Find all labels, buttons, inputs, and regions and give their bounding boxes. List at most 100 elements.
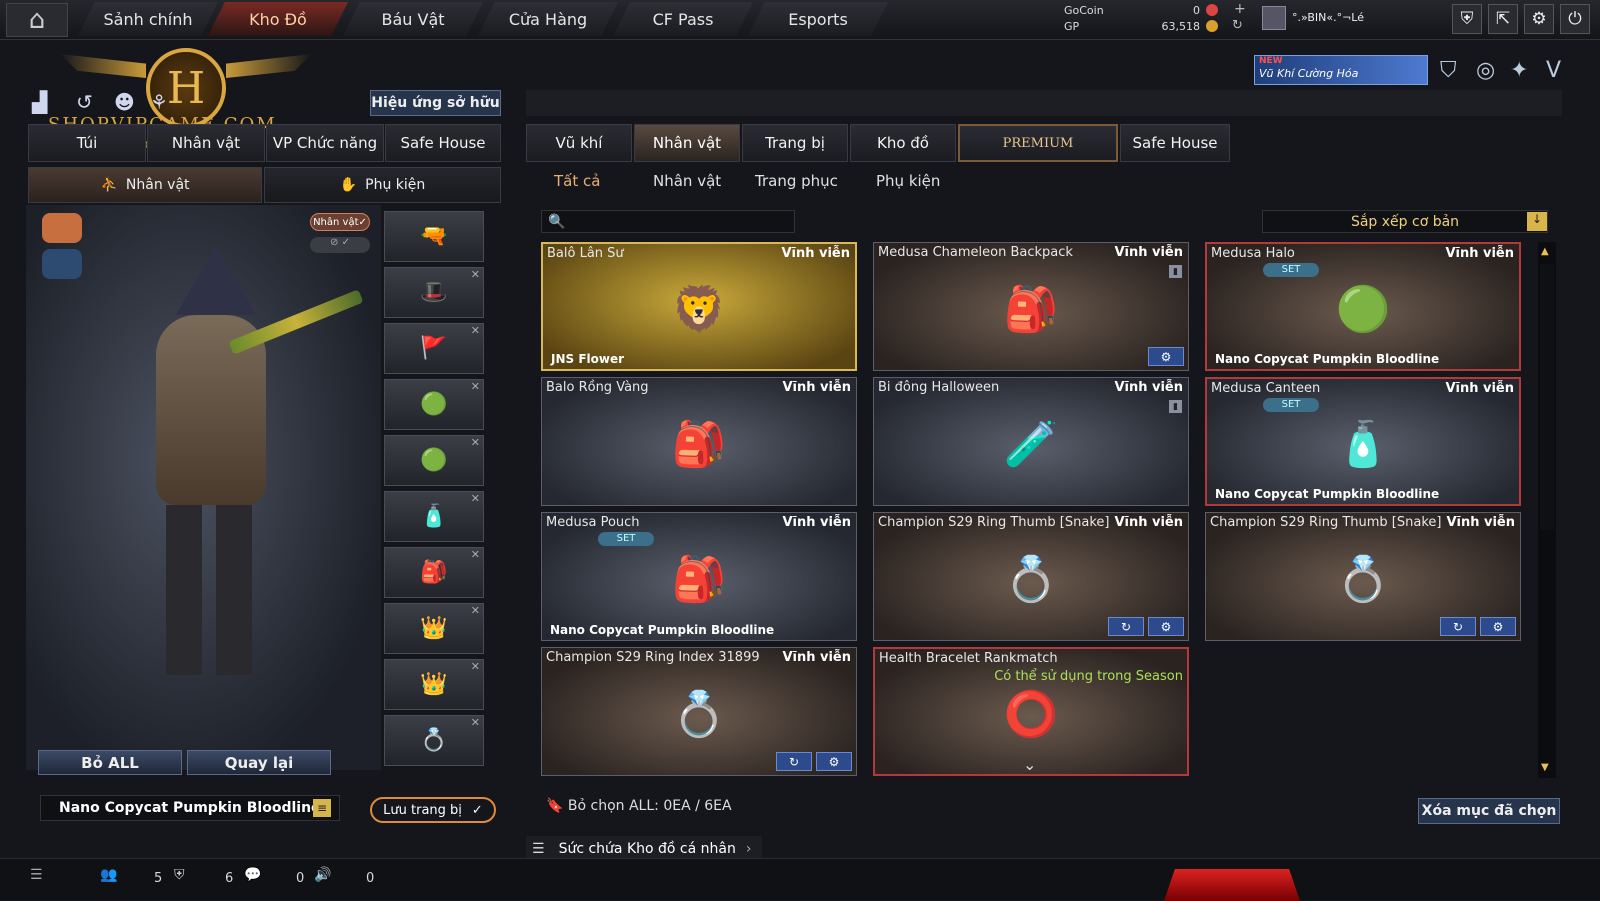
subtab-accessory[interactable]: ✋ Phụ kiện — [264, 167, 501, 203]
close-icon[interactable]: ✕ — [471, 380, 480, 393]
event-icon-1[interactable]: ⛉ — [1440, 58, 1457, 83]
close-icon[interactable]: ✕ — [471, 324, 480, 337]
close-icon[interactable]: ✕ — [471, 660, 480, 673]
deselect-all-label[interactable]: 🔖 Bỏ chọn ALL: 0EA / 6EA — [546, 798, 732, 814]
owned-effects-button[interactable]: Hiệu ứng sở hữu — [370, 90, 501, 116]
back-button[interactable]: Quay lại — [187, 750, 331, 775]
tab-shop[interactable]: Cửa Hàng — [478, 2, 618, 36]
speaker-icon[interactable]: 🔊 — [314, 867, 331, 883]
slot-flag[interactable]: 🚩 ✕ — [384, 323, 484, 374]
search-box[interactable]: 🔍 — [541, 210, 795, 233]
character-preview[interactable]: Nhân vật ✓ ⊘ ✓ — [26, 205, 381, 770]
tab-characters[interactable]: Nhân vật — [634, 124, 740, 162]
slot-weapon[interactable]: 🔫 — [384, 211, 484, 262]
character-mode-icon[interactable] — [42, 213, 82, 243]
slot-bracelet[interactable]: 💍 ✕ — [384, 715, 484, 766]
menu-icon[interactable]: ≡ — [313, 799, 331, 817]
slot-ring-1[interactable]: 👑 ✕ — [384, 603, 484, 654]
view-mode-icon[interactable] — [42, 249, 82, 279]
close-icon[interactable]: ✕ — [471, 492, 480, 505]
item-card-2[interactable]: Medusa Chameleon Backpack Vĩnh viễn ▮ 🎒 … — [873, 242, 1189, 371]
refresh-icon[interactable]: ↻ — [1232, 18, 1243, 33]
unequip-all-button[interactable]: Bỏ ALL — [38, 750, 182, 775]
tab-lobby[interactable]: Sảnh chính — [78, 2, 218, 36]
subtab-all[interactable]: Tất cả — [554, 172, 600, 190]
subtab-characters[interactable]: Nhân vật — [653, 172, 721, 190]
tab-cfpass[interactable]: CF Pass — [613, 2, 753, 36]
slot-halo-1[interactable]: 🟢 ✕ — [384, 379, 484, 430]
item-card-9[interactable]: Champion S29 Ring Thumb [Snake] Vĩnh viễ… — [1205, 512, 1521, 641]
slot-pouch[interactable]: 🎒 ✕ — [384, 547, 484, 598]
tab-equipment[interactable]: Trang bị — [742, 124, 848, 162]
refresh-gp-icon[interactable]: ↻ — [776, 752, 812, 771]
tab-vp-functions[interactable]: VP Chức năng — [266, 124, 384, 162]
add-coin-icon[interactable]: + — [1234, 1, 1246, 17]
settings-gear-icon[interactable]: ⚙ — [816, 752, 852, 771]
clan-shield-icon[interactable]: ⛨ — [174, 867, 185, 883]
item-card-5[interactable]: Bi đông Halloween Vĩnh viễn ▮ 🧪 — [873, 377, 1189, 506]
delete-selected-button[interactable]: Xóa mục đã chọn — [1418, 798, 1560, 824]
trash-icon[interactable]: ▮ — [1169, 265, 1182, 278]
power-icon[interactable]: ⏻ — [1560, 4, 1590, 34]
refresh-icon[interactable]: ↻ — [1108, 617, 1144, 636]
tab-treasure[interactable]: Báu Vật — [343, 2, 483, 36]
hide-toggle[interactable]: ⊘ ✓ — [310, 237, 370, 253]
tab-character[interactable]: Nhân vật — [147, 124, 265, 162]
refresh-icon[interactable]: ↻ — [1440, 617, 1476, 636]
slot-canteen[interactable]: 🧴 ✕ — [384, 491, 484, 542]
shield-icon[interactable]: ⛨ — [1452, 4, 1482, 34]
list-icon[interactable]: ☰ — [30, 867, 43, 883]
item-card-1[interactable]: Balô Lân Sư Vĩnh viễn 🦁 JNS Flower — [541, 242, 857, 371]
close-icon[interactable]: ✕ — [471, 604, 480, 617]
item-card-11[interactable]: Health Bracelet Rankmatch Có thể sử dụng… — [873, 647, 1189, 776]
tab-safe-house[interactable]: Safe House — [1120, 124, 1230, 162]
close-icon[interactable]: ✕ — [471, 548, 480, 561]
settings-gear-icon[interactable]: ⚙ — [1148, 617, 1184, 636]
globe-icon[interactable]: ◎ — [1476, 58, 1495, 83]
chevron-down-icon[interactable]: ⌄ — [1023, 755, 1036, 774]
item-card-10[interactable]: Champion S29 Ring Index 31899 Vĩnh viễn … — [541, 647, 857, 776]
subtab-outfits[interactable]: Trang phục — [755, 172, 838, 190]
item-card-7[interactable]: Medusa Pouch Vĩnh viễn SET 🎒 Nano Copyca… — [541, 512, 857, 641]
save-loadout-button[interactable]: Lưu trang bị ✓ — [370, 797, 496, 823]
exit-room-icon[interactable]: ⇱ — [1488, 4, 1518, 34]
event-ribbon[interactable] — [1164, 869, 1300, 901]
valor-icon[interactable]: V — [1546, 58, 1561, 83]
search-input[interactable] — [571, 214, 772, 229]
tab-inventory[interactable]: Kho Đồ — [208, 2, 348, 36]
slot-halo-2[interactable]: 🟢 ✕ — [384, 435, 484, 486]
tab-storage[interactable]: Kho đồ — [850, 124, 956, 162]
history-icon[interactable]: ↺ — [76, 90, 93, 114]
tab-bag[interactable]: Túi — [28, 124, 146, 162]
subtab-character[interactable]: ⛹ Nhân vật — [28, 167, 262, 203]
settings-gear-icon[interactable]: ⚙ — [1480, 617, 1516, 636]
tab-esports[interactable]: Esports — [748, 2, 888, 36]
tab-weapons[interactable]: Vũ khí — [526, 124, 632, 162]
slot-ring-2[interactable]: 👑 ✕ — [384, 659, 484, 710]
badge-icon[interactable]: ✦ — [1510, 58, 1528, 83]
item-card-4[interactable]: Balo Rồng Vàng Vĩnh viễn 🎒 — [541, 377, 857, 506]
tab-premium[interactable]: PREMIUM — [958, 124, 1118, 162]
promo-banner[interactable]: NEW Vũ Khí Cường Hóa — [1254, 55, 1428, 85]
item-card-8[interactable]: Champion S29 Ring Thumb [Snake] Vĩnh viễ… — [873, 512, 1189, 641]
character-icon[interactable]: ☻ — [114, 90, 135, 114]
item-card-6[interactable]: Medusa Canteen Vĩnh viễn SET 🧴 Nano Copy… — [1205, 377, 1521, 506]
close-icon[interactable]: ✕ — [471, 436, 480, 449]
subtab-accessories[interactable]: Phụ kiện — [876, 172, 940, 190]
ranking-icon[interactable]: ▟ — [32, 90, 47, 114]
chat-icon[interactable]: 💬 — [244, 867, 261, 883]
home-button[interactable]: ⌂ — [6, 3, 68, 37]
scrollbar-thumb[interactable] — [1540, 264, 1554, 530]
tab-safe-house-left[interactable]: Safe House — [385, 124, 501, 162]
scroll-down-icon[interactable]: ▼ — [1541, 762, 1549, 773]
friends-icon[interactable]: 👥 — [100, 867, 117, 883]
gear-icon[interactable]: ⚙ — [1524, 4, 1554, 34]
trash-icon[interactable]: ▮ — [1169, 400, 1182, 413]
item-card-3[interactable]: Medusa Halo Vĩnh viễn SET 🟢 Nano Copycat… — [1205, 242, 1521, 371]
settings-gear-icon[interactable]: ⚙ — [1148, 347, 1184, 366]
sort-dropdown[interactable]: Sắp xếp cơ bản ↓ — [1262, 210, 1548, 233]
loadout-selector[interactable]: Nano Copycat Pumpkin Bloodline ≡ — [40, 795, 340, 821]
scrollbar[interactable]: ▲ ▼ — [1538, 242, 1556, 778]
accessory-icon[interactable]: ⚘ — [150, 90, 168, 114]
slot-hat[interactable]: 🎩 ✕ — [384, 267, 484, 318]
